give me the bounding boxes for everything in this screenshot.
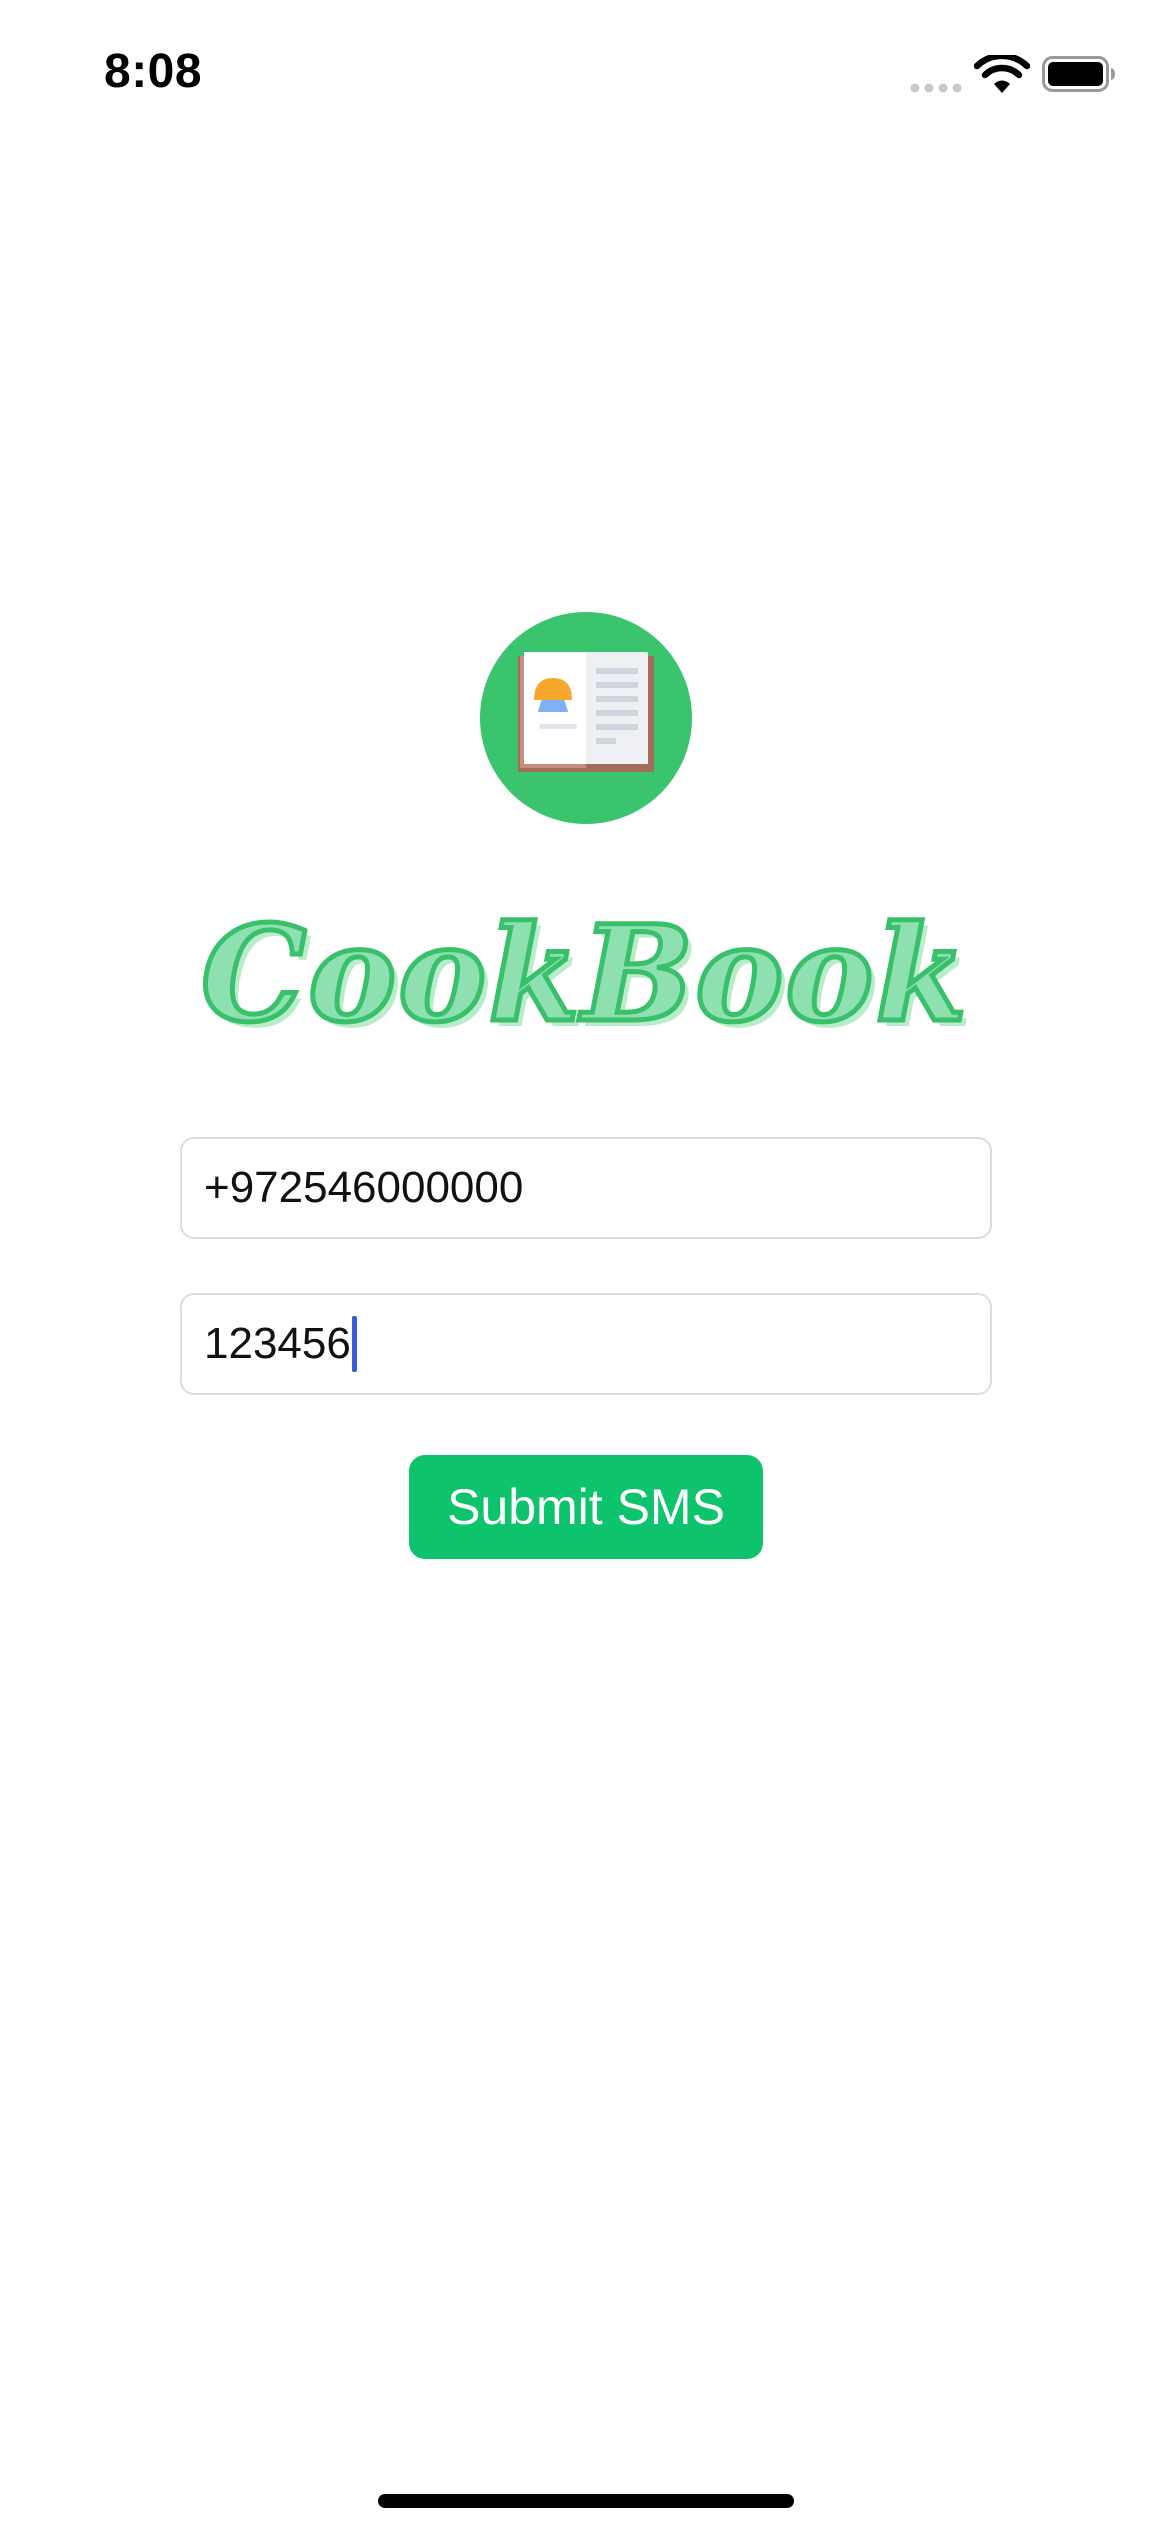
submit-sms-label: Submit SMS (447, 1479, 725, 1535)
cookbook-logo-icon (480, 612, 692, 824)
signal-dots-icon (910, 83, 962, 93)
text-caret (351, 1316, 357, 1372)
battery-icon (1042, 56, 1115, 92)
login-screen: 8:08 CookBook +972546000000 123456 Submi… (0, 0, 1170, 2532)
sms-code-input[interactable]: 123456 (180, 1293, 992, 1395)
app-title: CookBook (199, 897, 970, 1052)
status-bar: 8:08 (0, 0, 1170, 140)
sms-code-value: 123456 (204, 1319, 351, 1368)
phone-number-input[interactable]: +972546000000 (180, 1137, 992, 1239)
phone-number-value: +972546000000 (204, 1163, 524, 1212)
home-indicator[interactable] (378, 2494, 794, 2508)
status-time: 8:08 (104, 45, 203, 98)
wifi-icon (974, 55, 1030, 93)
submit-sms-button[interactable]: Submit SMS (409, 1455, 763, 1559)
